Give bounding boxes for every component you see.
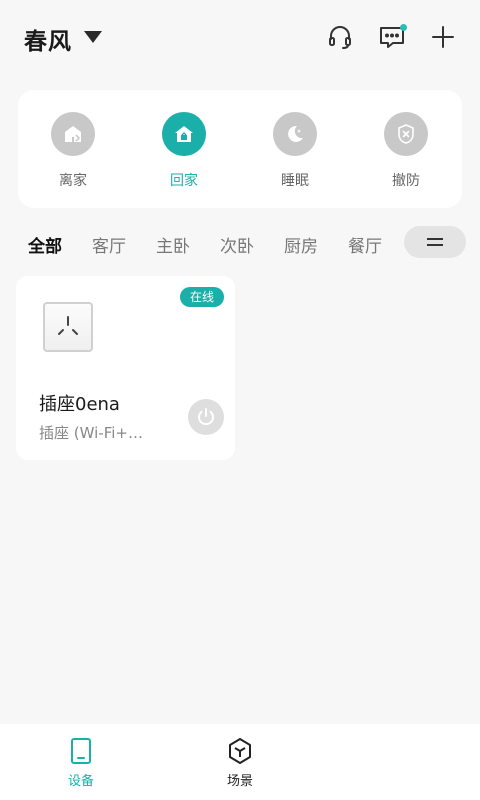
nav-label: 设备 xyxy=(67,774,94,789)
power-icon[interactable] xyxy=(188,399,224,435)
tab-second-bedroom[interactable]: 次卧 xyxy=(220,232,254,257)
bottom-nav: 设备 场景 xyxy=(0,724,480,800)
scene-label: 离家 xyxy=(59,173,87,189)
nav-label: 场景 xyxy=(226,774,253,789)
shield-x-icon xyxy=(384,112,428,156)
message-icon[interactable] xyxy=(377,22,407,52)
nav-devices[interactable]: 设备 xyxy=(41,736,121,789)
status-badge: 在线 xyxy=(179,287,224,307)
scene-back-home[interactable]: 回家 xyxy=(144,112,224,190)
scene-label: 回家 xyxy=(170,173,198,189)
scene-leave-home[interactable]: 离家 xyxy=(33,112,113,190)
device-name: 插座0ena xyxy=(39,394,120,415)
cube-icon xyxy=(229,738,251,764)
unread-dot xyxy=(400,24,407,31)
tab-master-bedroom[interactable]: 主卧 xyxy=(156,232,190,257)
nav-scenes[interactable]: 场景 xyxy=(200,736,280,789)
headset-icon[interactable] xyxy=(325,22,355,52)
tab-all[interactable]: 全部 xyxy=(28,232,62,257)
home-dropdown-icon[interactable] xyxy=(84,31,102,43)
back-home-icon xyxy=(162,112,206,156)
tab-living-room[interactable]: 客厅 xyxy=(92,232,126,257)
home-name[interactable]: 春风 xyxy=(24,22,72,56)
moon-icon xyxy=(273,112,317,156)
device-type: 插座 (Wi-Fi+… xyxy=(39,424,143,442)
tab-dining-room[interactable]: 餐厅 xyxy=(348,232,382,257)
leave-home-icon xyxy=(51,112,95,156)
tab-kitchen[interactable]: 厨房 xyxy=(284,232,318,257)
scene-sleep[interactable]: 睡眠 xyxy=(255,112,335,190)
header: 春风 xyxy=(0,0,480,76)
socket-icon xyxy=(43,302,93,352)
plus-icon[interactable] xyxy=(428,22,458,52)
device-card[interactable]: 在线 插座0ena 插座 (Wi-Fi+… xyxy=(16,276,235,460)
tablet-icon xyxy=(71,738,91,764)
scene-label: 撤防 xyxy=(392,173,420,189)
room-tabs: 全部 客厅 主卧 次卧 厨房 餐厅 xyxy=(0,222,480,262)
scene-label: 睡眠 xyxy=(281,173,309,189)
scene-card: 离家 回家 睡眠 撤防 xyxy=(18,90,462,208)
menu-icon[interactable] xyxy=(404,226,466,258)
scene-disarm[interactable]: 撤防 xyxy=(366,112,446,190)
